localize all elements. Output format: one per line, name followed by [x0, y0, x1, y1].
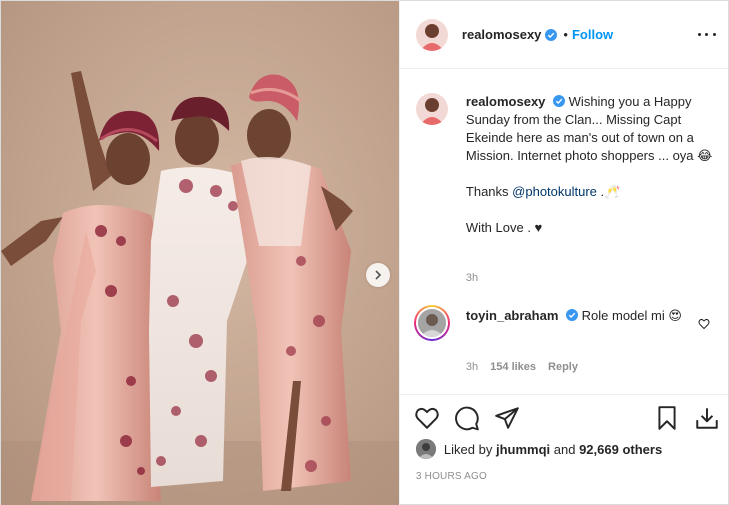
chevron-right-icon — [375, 270, 382, 280]
comment-icon[interactable] — [454, 405, 480, 431]
action-bar — [399, 394, 728, 442]
with-love-text: With Love . ♥ — [465, 220, 543, 235]
caption-text: realomosexy Wishing you a Happy Sunday f… — [466, 93, 716, 237]
author-avatar[interactable] — [415, 18, 448, 51]
verified-badge-icon — [553, 95, 566, 107]
mention-link[interactable]: @photokulture — [512, 184, 597, 199]
verified-badge-icon — [566, 309, 579, 321]
others-count[interactable]: 92,669 others — [579, 442, 662, 457]
comment-likes-count[interactable]: 154 likes — [490, 361, 536, 373]
follow-button[interactable]: Follow — [572, 27, 613, 42]
comment-body: toyin_abraham Role model mi 😍 — [466, 307, 686, 341]
download-icon[interactable] — [694, 405, 720, 431]
liked-by-middle: and — [553, 441, 576, 457]
story-ring[interactable] — [413, 305, 450, 341]
commenter-avatar — [415, 307, 448, 339]
author-username[interactable]: realomosexy — [462, 27, 542, 42]
more-options-icon[interactable] — [697, 27, 716, 41]
photo-scene — [1, 1, 399, 505]
heart-icon[interactable] — [414, 405, 440, 431]
caption-username[interactable]: realomosexy — [466, 94, 546, 109]
caption-timestamp[interactable]: 3h — [466, 272, 478, 284]
bookmark-icon[interactable] — [654, 405, 680, 431]
separator-dot: • — [563, 27, 568, 42]
comment-like-heart-icon[interactable] — [698, 318, 710, 330]
comment-text: Role model mi 😍 — [581, 308, 682, 323]
avatar-image — [415, 439, 436, 459]
comment-timestamp[interactable]: 3h — [466, 361, 478, 373]
comment-item: toyin_abraham Role model mi 😍 — [413, 305, 716, 341]
caption: realomosexy Wishing you a Happy Sunday f… — [415, 93, 716, 237]
liked-by-prefix: Liked by — [443, 441, 493, 457]
liker-username[interactable]: jhummqi — [496, 442, 550, 457]
post-side-panel: realomosexy • Follow realomosexy Wishing… — [399, 1, 728, 505]
paper-plane-icon[interactable] — [494, 405, 520, 431]
comment-meta: 3h 154 likes Reply — [466, 361, 578, 373]
next-photo-button[interactable] — [366, 263, 390, 287]
thanks-prefix: Thanks — [465, 184, 513, 199]
avatar-image — [415, 93, 448, 125]
avatar-image — [415, 18, 448, 51]
verified-badge-icon — [545, 28, 558, 41]
post-timestamp[interactable]: 3 HOURS AGO — [416, 471, 487, 482]
commenter-username[interactable]: toyin_abraham — [466, 308, 558, 323]
post-header: realomosexy • Follow — [399, 1, 728, 69]
instagram-post: realomosexy • Follow realomosexy Wishing… — [0, 0, 729, 505]
avatar-image — [417, 309, 446, 337]
caption-avatar[interactable] — [415, 93, 448, 125]
liker-avatar[interactable] — [415, 439, 436, 459]
likes-summary: Liked by jhummqi and 92,669 others — [415, 439, 662, 459]
reply-button[interactable]: Reply — [548, 361, 578, 373]
post-photo[interactable] — [1, 1, 400, 505]
thanks-suffix: .🥂 — [596, 184, 621, 199]
